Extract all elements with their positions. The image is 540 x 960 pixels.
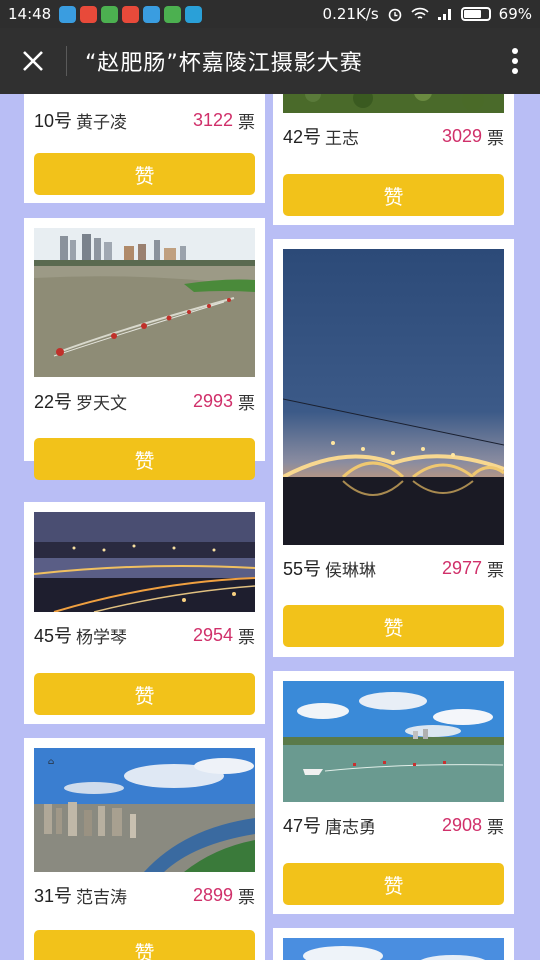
- entry-photo[interactable]: ⌂: [34, 748, 255, 872]
- like-button[interactable]: 赞: [34, 153, 255, 195]
- entry-meta: 31号 范吉涛 2899 票: [34, 881, 255, 909]
- page-title: “赵肥肠”杯嘉陵江摄影大赛: [85, 51, 363, 76]
- vote-unit: 票: [487, 560, 504, 581]
- entry-number: 22号: [34, 392, 73, 412]
- entry-number: 42号: [283, 127, 322, 147]
- entry-name: 罗天文: [76, 393, 128, 414]
- app-notification-icon: [143, 5, 161, 23]
- vote-unit: 票: [487, 817, 504, 838]
- vote-unit: 票: [238, 112, 255, 133]
- network-speed: 0.21K/s: [322, 5, 379, 23]
- more-button[interactable]: [490, 28, 540, 94]
- app-notification-icon: [122, 5, 140, 23]
- entry-number: 47号: [283, 816, 322, 836]
- entry-name: 范吉涛: [76, 887, 128, 908]
- app-notification-icon: [59, 5, 77, 23]
- entry-card: 55号 侯琳琳 2977 票 赞: [273, 239, 514, 657]
- entry-name: 杨学琴: [76, 627, 128, 648]
- entry-photo[interactable]: [283, 938, 504, 960]
- close-button[interactable]: [0, 28, 66, 94]
- battery-icon: [460, 7, 491, 21]
- entry-card: 45号 杨学琴 2954 票 赞: [24, 502, 265, 724]
- app-notification-icon: [80, 5, 98, 23]
- like-button[interactable]: 赞: [34, 930, 255, 960]
- entry-meta: 42号 王志 3029 票: [283, 122, 504, 150]
- vote-count: 2993: [192, 390, 233, 411]
- vote-count: 2899: [192, 884, 233, 905]
- vote-unit: 票: [238, 887, 255, 908]
- like-button[interactable]: 赞: [283, 605, 504, 647]
- like-button[interactable]: 赞: [34, 673, 255, 715]
- like-button[interactable]: 赞: [283, 174, 504, 216]
- entry-name: 唐志勇: [325, 817, 377, 838]
- entry-photo[interactable]: [283, 681, 504, 802]
- vote-count: 2954: [192, 624, 233, 645]
- entry-meta: 47号 唐志勇 2908 票: [283, 811, 504, 839]
- entry-number: 45号: [34, 626, 73, 646]
- app-notification-icon: [164, 5, 182, 23]
- app-notification-icon: [185, 5, 203, 23]
- entry-card: 22号 罗天文 2993 票 赞: [24, 218, 265, 480]
- notification-icons: [59, 5, 203, 23]
- entry-meta: 22号 罗天文 2993 票: [34, 387, 255, 415]
- vote-unit: 票: [238, 393, 255, 414]
- vote-count: 2977: [441, 557, 482, 578]
- entry-photo[interactable]: [283, 94, 504, 113]
- entry-number: 31号: [34, 886, 73, 906]
- nav-bar: “赵肥肠”杯嘉陵江摄影大赛: [0, 28, 540, 94]
- close-icon: [23, 51, 43, 71]
- entry-number: 10号: [34, 111, 73, 131]
- entry-meta: 10号 黄子凌 3122 票: [34, 106, 255, 134]
- more-vertical-icon: [512, 48, 518, 74]
- signal-icon: [437, 7, 453, 21]
- entry-card: 42号 王志 3029 票 赞: [273, 94, 514, 225]
- entry-photo[interactable]: [283, 249, 504, 545]
- clock: 14:48: [8, 5, 52, 23]
- svg-text:⌂: ⌂: [48, 757, 54, 766]
- battery-level: 69%: [498, 5, 532, 23]
- entry-card: 10号 黄子凌 3122 票 赞: [24, 94, 265, 203]
- entry-card: [273, 928, 514, 960]
- vote-count: 3029: [441, 125, 482, 146]
- entry-photo[interactable]: [34, 228, 255, 377]
- entry-card: ⌂ 31号 范吉涛 2899 票 赞: [24, 738, 265, 960]
- vote-count: 2908: [441, 814, 482, 835]
- entry-photo[interactable]: [34, 512, 255, 612]
- entry-card: 47号 唐志勇 2908 票 赞: [273, 671, 514, 914]
- app-notification-icon: [101, 5, 119, 23]
- entry-number: 55号: [283, 559, 322, 579]
- entry-name: 黄子凌: [76, 112, 128, 133]
- wifi-icon: [411, 7, 429, 21]
- vote-unit: 票: [238, 627, 255, 648]
- alarm-icon: [387, 6, 403, 22]
- vote-unit: 票: [487, 128, 504, 149]
- like-button[interactable]: 赞: [34, 438, 255, 480]
- entry-meta: 55号 侯琳琳 2977 票: [283, 554, 504, 582]
- entry-name: 侯琳琳: [325, 560, 377, 581]
- like-button[interactable]: 赞: [283, 863, 504, 905]
- vote-count: 3122: [192, 109, 233, 130]
- status-bar: 14:48 0.21K/s 69%: [0, 0, 540, 28]
- entries-feed[interactable]: 10号 黄子凌 3122 票 赞 22号 罗天文 2993 票 赞 45号 杨学…: [0, 94, 540, 960]
- nav-divider: [66, 46, 67, 76]
- entry-meta: 45号 杨学琴 2954 票: [34, 621, 255, 649]
- entry-name: 王志: [325, 128, 360, 149]
